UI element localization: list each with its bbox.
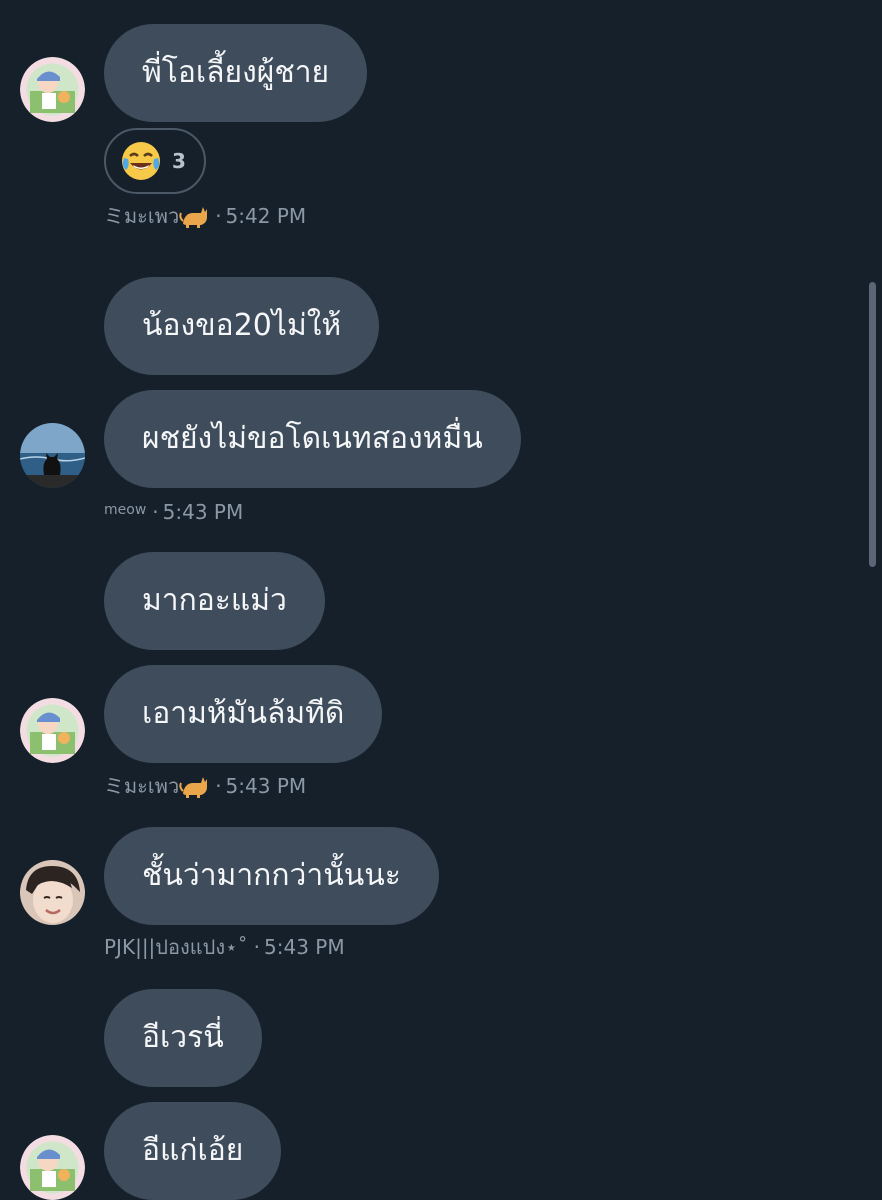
avatar-mapew[interactable] xyxy=(20,698,85,763)
sender-name[interactable]: PJK|||ปองแปง⋆˚ xyxy=(104,935,248,959)
reaction-count: 3 xyxy=(172,149,186,173)
message-bubble[interactable]: เอามห้มันล้มทีดิ xyxy=(104,665,383,763)
message-meta: meow · 5:43 PM xyxy=(104,500,244,524)
avatar-pjk[interactable] xyxy=(20,860,85,925)
message-bubble[interactable]: ชั้นว่ามากกว่านั้นนะ xyxy=(104,827,439,925)
message-text: อีแก่เอ้ย xyxy=(142,1133,244,1168)
message-text: ผชยังไม่ขอโดเนทสองหมื่น xyxy=(142,421,483,456)
chat-thread: พี่โอเลี้ยงผู้ชาย 3 ミมะเพว · 5:42 PM น้อง… xyxy=(0,0,882,1200)
timestamp: 5:43 PM xyxy=(264,935,345,959)
timestamp: 5:43 PM xyxy=(162,500,244,524)
message-meta: ミมะเพว · 5:43 PM xyxy=(104,774,307,798)
message-meta: PJK|||ปองแปง⋆˚ · 5:43 PM xyxy=(104,935,345,959)
message-text: มากอะแม่ว xyxy=(142,583,287,618)
message-text: เอามห้มันล้มทีดิ xyxy=(142,696,345,731)
message-bubble[interactable]: มากอะแม่ว xyxy=(104,552,325,650)
cat-icon xyxy=(179,207,208,228)
avatar-mapew[interactable] xyxy=(20,1135,85,1200)
face-with-tears-of-joy-icon xyxy=(122,142,160,180)
message-bubble[interactable]: อีแก่เอ้ย xyxy=(104,1102,282,1200)
avatar-mapew[interactable] xyxy=(20,57,85,122)
timestamp: 5:42 PM xyxy=(225,204,307,228)
cat-icon xyxy=(179,777,208,798)
reaction-chip[interactable]: 3 xyxy=(104,128,206,194)
message-text: ชั้นว่ามากกว่านั้นนะ xyxy=(142,858,401,893)
message-bubble[interactable]: น้องขอ20ไม่ให้ xyxy=(104,277,380,375)
message-text: น้องขอ20ไม่ให้ xyxy=(142,308,342,343)
sender-name[interactable]: ミมะเพว xyxy=(104,204,179,228)
message-text: พี่โอเลี้ยงผู้ชาย xyxy=(142,55,330,90)
message-bubble[interactable]: ผชยังไม่ขอโดเนทสองหมื่น xyxy=(104,390,521,488)
message-bubble[interactable]: อีเวรนี่ xyxy=(104,989,262,1087)
scrollbar-thumb[interactable] xyxy=(869,282,876,567)
sender-name[interactable]: meow xyxy=(104,502,146,518)
sender-name[interactable]: ミมะเพว xyxy=(104,774,179,798)
avatar-meow[interactable] xyxy=(20,423,85,488)
message-text: อีเวรนี่ xyxy=(142,1020,224,1055)
message-meta: ミมะเพว · 5:42 PM xyxy=(104,204,307,228)
timestamp: 5:43 PM xyxy=(225,774,307,798)
message-bubble[interactable]: พี่โอเลี้ยงผู้ชาย xyxy=(104,24,368,122)
